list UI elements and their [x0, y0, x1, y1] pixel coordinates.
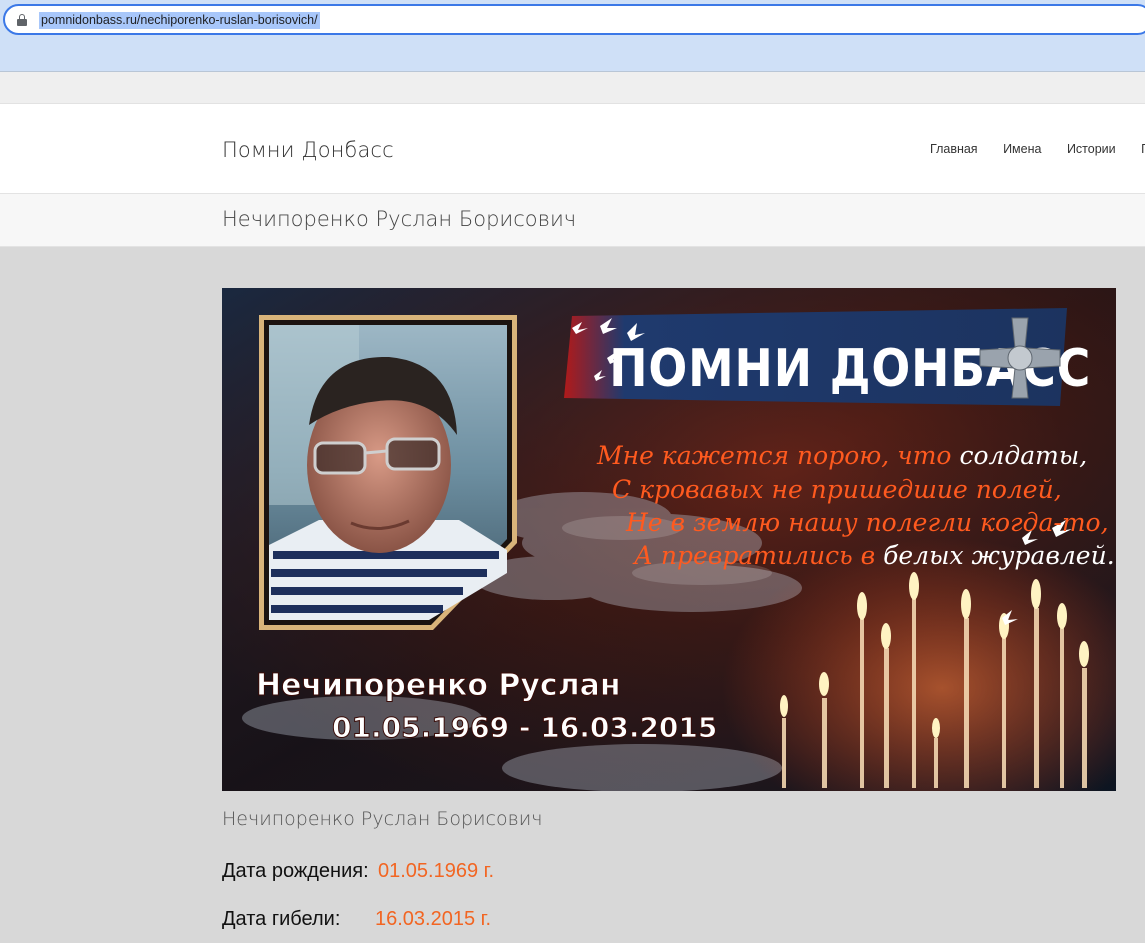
- birth-date-label: Дата рождения:: [222, 860, 369, 882]
- site-header: Помни Донбасс Главная Имена Истории П: [0, 104, 1145, 194]
- page-top-spacer: [0, 72, 1145, 104]
- page-title-bar: Нечипоренко Руслан Борисович: [0, 194, 1145, 247]
- death-date-label: Дата гибели:: [222, 908, 341, 930]
- memorial-banner: ПОМНИ ДОНБАСС Мне кажется порою, что сол…: [222, 288, 1116, 791]
- banner-name: Нечипоренко Руслан: [256, 668, 621, 703]
- address-bar[interactable]: pomnidonbass.ru/nechiporenko-ruslan-bori…: [3, 4, 1145, 35]
- page-title: Нечипоренко Руслан Борисович: [222, 207, 577, 231]
- image-caption: Нечипоренко Руслан Борисович: [222, 808, 543, 830]
- portrait-photo: [259, 315, 517, 630]
- url-text[interactable]: pomnidonbass.ru/nechiporenko-ruslan-bori…: [39, 12, 320, 29]
- svg-text:С кровавых не пришедшие полей,: С кровавых не пришедшие полей,: [612, 475, 1062, 504]
- site-brand[interactable]: Помни Донбасс: [222, 138, 394, 162]
- svg-text:Не в землю нашу полегли когда-: Не в землю нашу полегли когда-то,: [625, 508, 1109, 537]
- browser-toolbar: pomnidonbass.ru/nechiporenko-ruslan-bori…: [0, 0, 1145, 72]
- nav-item-more[interactable]: П: [1141, 142, 1145, 156]
- birth-date-value: 01.05.1969 г.: [378, 860, 495, 882]
- nav-item-home[interactable]: Главная: [930, 142, 978, 156]
- svg-text:Мне кажется порою, что солдаты: Мне кажется порою, что солдаты,: [596, 441, 1087, 470]
- main-nav: Главная Имена Истории П: [930, 142, 1145, 156]
- banner-dates: 01.05.1969 - 16.03.2015: [332, 711, 717, 744]
- death-date-value: 16.03.2015 г.: [375, 908, 492, 930]
- death-date-row: Дата гибели: 16.03.2015 г.: [222, 908, 491, 931]
- nav-item-names[interactable]: Имена: [1003, 142, 1041, 156]
- lock-icon[interactable]: [17, 14, 27, 26]
- birth-date-row: Дата рождения: 01.05.1969 г.: [222, 860, 494, 883]
- svg-text:А превратились в белых журавле: А превратились в белых журавлей...: [632, 541, 1116, 570]
- nav-item-stories[interactable]: Истории: [1067, 142, 1116, 156]
